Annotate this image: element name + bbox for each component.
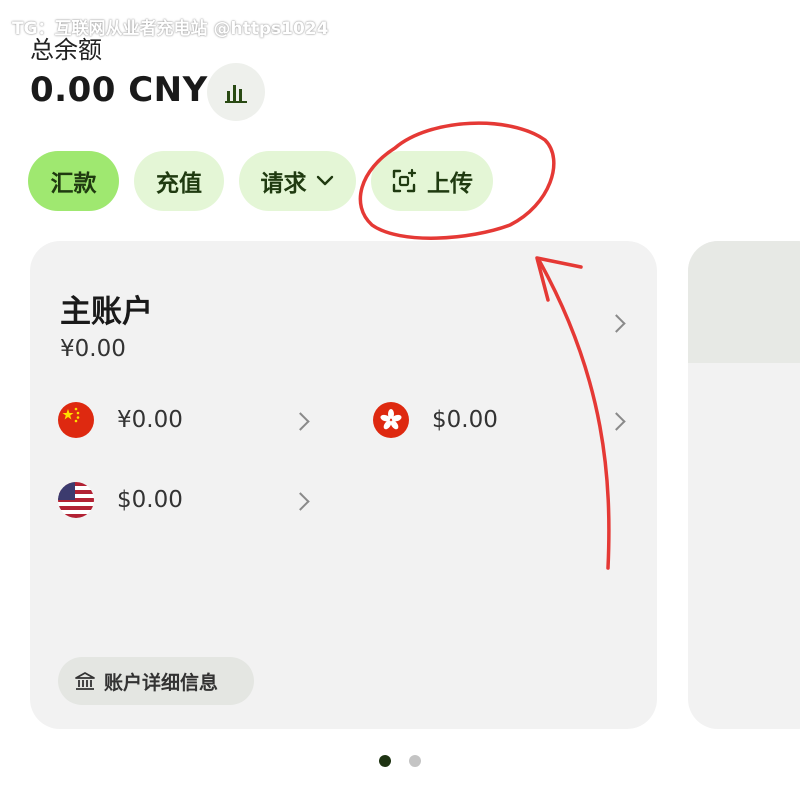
upload-button-label: 上传 [427, 171, 473, 197]
action-bar: 汇款 充值 请求 上传 [28, 151, 493, 211]
cny-balance-amount: ¥0.00 [117, 407, 183, 433]
china-flag-icon [58, 402, 94, 438]
bank-icon [75, 672, 95, 690]
cny-chevron-right-icon[interactable] [291, 412, 310, 431]
request-button-label: 请求 [260, 171, 307, 197]
hkd-chevron-right-icon[interactable] [607, 412, 626, 431]
account-details-button[interactable]: 账户详细信息 [58, 657, 254, 705]
account-title: 主账户 [60, 294, 153, 330]
add-money-button[interactable]: 充值 [134, 151, 224, 211]
chevron-right-icon[interactable] [607, 314, 626, 333]
hkd-balance-amount: $0.00 [432, 407, 498, 433]
request-button[interactable]: 请求 [239, 151, 356, 211]
insights-button[interactable] [207, 63, 265, 121]
total-balance-label: 总余额 [30, 36, 102, 64]
next-account-card-peek[interactable] [688, 241, 800, 729]
pagination-dot[interactable] [409, 755, 421, 767]
hong-kong-flag-icon [373, 402, 409, 438]
account-details-label: 账户详细信息 [104, 671, 219, 694]
scan-upload-icon [392, 168, 417, 193]
add-money-button-label: 充值 [156, 171, 202, 197]
pagination-dot-active[interactable] [379, 755, 391, 767]
main-account-card[interactable]: 主账户 ¥0.00 ¥0.00 $0.00 $0.00 账户详细信息 [30, 241, 657, 729]
upload-button[interactable]: 上传 [371, 151, 493, 211]
next-card-header [688, 241, 800, 363]
chevron-down-icon [316, 175, 333, 186]
account-balance: ¥0.00 [60, 336, 126, 362]
usa-flag-icon [58, 482, 94, 518]
send-button[interactable]: 汇款 [28, 151, 119, 211]
bar-chart-icon [225, 85, 247, 103]
usd-balance-amount: $0.00 [117, 487, 183, 513]
total-balance-amount: 0.00 CNY [30, 70, 208, 110]
send-button-label: 汇款 [50, 171, 97, 197]
usd-chevron-right-icon[interactable] [291, 492, 310, 511]
